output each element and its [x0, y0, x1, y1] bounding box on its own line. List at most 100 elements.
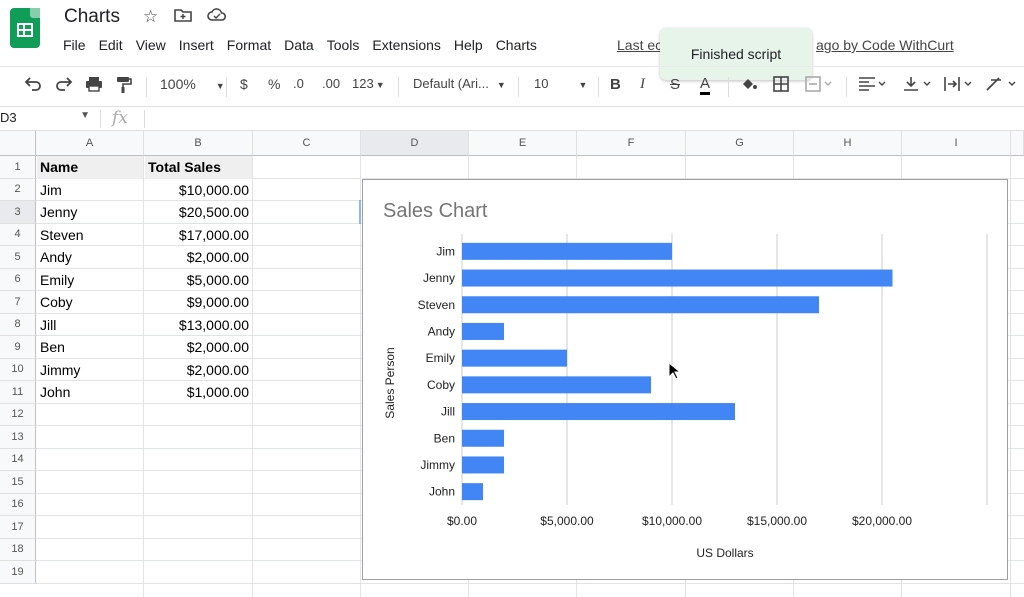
zoom-select[interactable]: 100% ▼: [160, 76, 225, 92]
column-header-a[interactable]: A: [36, 131, 144, 156]
cell-b11[interactable]: $1,000.00: [145, 381, 252, 404]
text-rotation-icon[interactable]: [985, 76, 1019, 95]
menu-insert[interactable]: Insert: [179, 37, 214, 53]
bar-andy: [462, 322, 504, 340]
cell-b2[interactable]: $10,000.00: [145, 179, 252, 202]
row-header-17[interactable]: 17: [0, 516, 36, 539]
currency-format-button[interactable]: $: [240, 76, 248, 92]
row-header-2[interactable]: 2: [0, 178, 36, 201]
cell-b6[interactable]: $5,000.00: [145, 269, 252, 292]
name-box[interactable]: D3 ▼: [0, 110, 96, 125]
row-header-16[interactable]: 16: [0, 493, 36, 516]
bar-jill: [462, 403, 735, 421]
paint-format-icon[interactable]: [116, 76, 132, 97]
cell-b3[interactable]: $20,500.00: [145, 201, 252, 224]
menu-file[interactable]: File: [63, 37, 86, 53]
column-header-partial[interactable]: [1011, 131, 1024, 156]
cell-a9[interactable]: Ben: [37, 336, 143, 359]
print-icon[interactable]: [85, 76, 103, 95]
last-edit-link-suffix[interactable]: ago by Code WithCurt: [816, 37, 954, 53]
column-header-d[interactable]: D: [361, 131, 469, 156]
cell-b7[interactable]: $9,000.00: [145, 291, 252, 314]
menu-view[interactable]: View: [136, 37, 166, 53]
increase-decimal-button[interactable]: .00: [322, 76, 340, 91]
last-edit-link[interactable]: Last ec: [617, 37, 662, 53]
cell-b8[interactable]: $13,000.00: [145, 314, 252, 337]
cell-a3[interactable]: Jenny: [37, 201, 143, 224]
row-header-1[interactable]: 1: [0, 156, 36, 179]
cell-a6[interactable]: Emily: [37, 269, 143, 292]
sheets-logo-icon[interactable]: [10, 8, 40, 48]
cell-b10[interactable]: $2,000.00: [145, 359, 252, 382]
row-header-18[interactable]: 18: [0, 538, 36, 561]
italic-button[interactable]: I: [640, 76, 645, 93]
cell-a1[interactable]: Name: [37, 156, 143, 179]
text-color-button[interactable]: A: [700, 76, 711, 95]
grid-corner[interactable]: [0, 131, 36, 156]
more-formats-button[interactable]: 123 ▼: [352, 76, 385, 91]
row-header-3[interactable]: 3: [0, 201, 36, 224]
menu-tools[interactable]: Tools: [327, 37, 360, 53]
cell-a7[interactable]: Coby: [37, 291, 143, 314]
move-to-folder-icon[interactable]: [174, 7, 192, 28]
text-wrapping-icon[interactable]: [944, 76, 974, 95]
row-header-5[interactable]: 5: [0, 246, 36, 269]
row-header-15[interactable]: 15: [0, 471, 36, 494]
column-header-h[interactable]: H: [794, 131, 902, 156]
column-header-f[interactable]: F: [577, 131, 686, 156]
column-header-c[interactable]: C: [253, 131, 361, 156]
row-header-11[interactable]: 11: [0, 381, 36, 404]
range-selection-marker: [359, 200, 361, 224]
row-header-4[interactable]: 4: [0, 223, 36, 246]
sales-chart[interactable]: Sales Chart Jim Jenny Steven Andy Emily Coby J…: [362, 179, 1008, 580]
font-select[interactable]: Default (Ari... ▼: [413, 76, 506, 91]
row-header-19[interactable]: 19: [0, 561, 36, 584]
menu-charts[interactable]: Charts: [496, 37, 537, 53]
horizontal-align-icon[interactable]: [858, 76, 888, 95]
redo-icon[interactable]: [55, 76, 73, 95]
undo-icon[interactable]: [24, 76, 42, 95]
row-header-9[interactable]: 9: [0, 336, 36, 359]
column-header-e[interactable]: E: [469, 131, 577, 156]
row-header-6[interactable]: 6: [0, 268, 36, 291]
row-header-7[interactable]: 7: [0, 291, 36, 314]
menu-extensions[interactable]: Extensions: [372, 37, 440, 53]
cell-a2[interactable]: Jim: [37, 179, 143, 202]
cell-a10[interactable]: Jimmy: [37, 359, 143, 382]
fill-color-icon[interactable]: [740, 76, 758, 95]
category-label-jimmy: Jimmy: [420, 458, 455, 472]
decrease-decimal-button[interactable]: .0: [293, 76, 304, 91]
menu-data[interactable]: Data: [284, 37, 314, 53]
font-size-select[interactable]: 10 ▼: [534, 76, 587, 91]
document-title[interactable]: Charts: [64, 6, 120, 28]
cell-a5[interactable]: Andy: [37, 246, 143, 269]
strikethrough-button[interactable]: S: [670, 76, 680, 93]
cell-b9[interactable]: $2,000.00: [145, 336, 252, 359]
cell-b5[interactable]: $2,000.00: [145, 246, 252, 269]
row-header-12[interactable]: 12: [0, 403, 36, 426]
star-icon[interactable]: ☆: [143, 7, 158, 27]
cloud-status-icon[interactable]: [207, 7, 227, 27]
menu-help[interactable]: Help: [454, 37, 483, 53]
cell-a8[interactable]: Jill: [37, 314, 143, 337]
formula-bar: D3 ▼ fx: [0, 106, 1024, 131]
row-header-14[interactable]: 14: [0, 448, 36, 471]
zoom-value: 100%: [160, 76, 196, 92]
cell-b4[interactable]: $17,000.00: [145, 224, 252, 247]
column-header-g[interactable]: G: [686, 131, 794, 156]
row-header-8[interactable]: 8: [0, 313, 36, 336]
cell-b1[interactable]: Total Sales: [145, 156, 252, 179]
borders-icon[interactable]: [773, 76, 789, 95]
column-header-i[interactable]: I: [902, 131, 1011, 156]
column-header-b[interactable]: B: [144, 131, 253, 156]
vertical-align-icon[interactable]: [903, 76, 933, 95]
cell-a4[interactable]: Steven: [37, 224, 143, 247]
percent-format-button[interactable]: %: [268, 76, 280, 92]
row-header-13[interactable]: 13: [0, 426, 36, 449]
bold-button[interactable]: B: [610, 76, 621, 93]
menu-format[interactable]: Format: [227, 37, 271, 53]
menu-edit[interactable]: Edit: [99, 37, 123, 53]
row-header-10[interactable]: 10: [0, 358, 36, 381]
merge-cells-icon[interactable]: [805, 76, 833, 95]
cell-a11[interactable]: John: [37, 381, 143, 404]
